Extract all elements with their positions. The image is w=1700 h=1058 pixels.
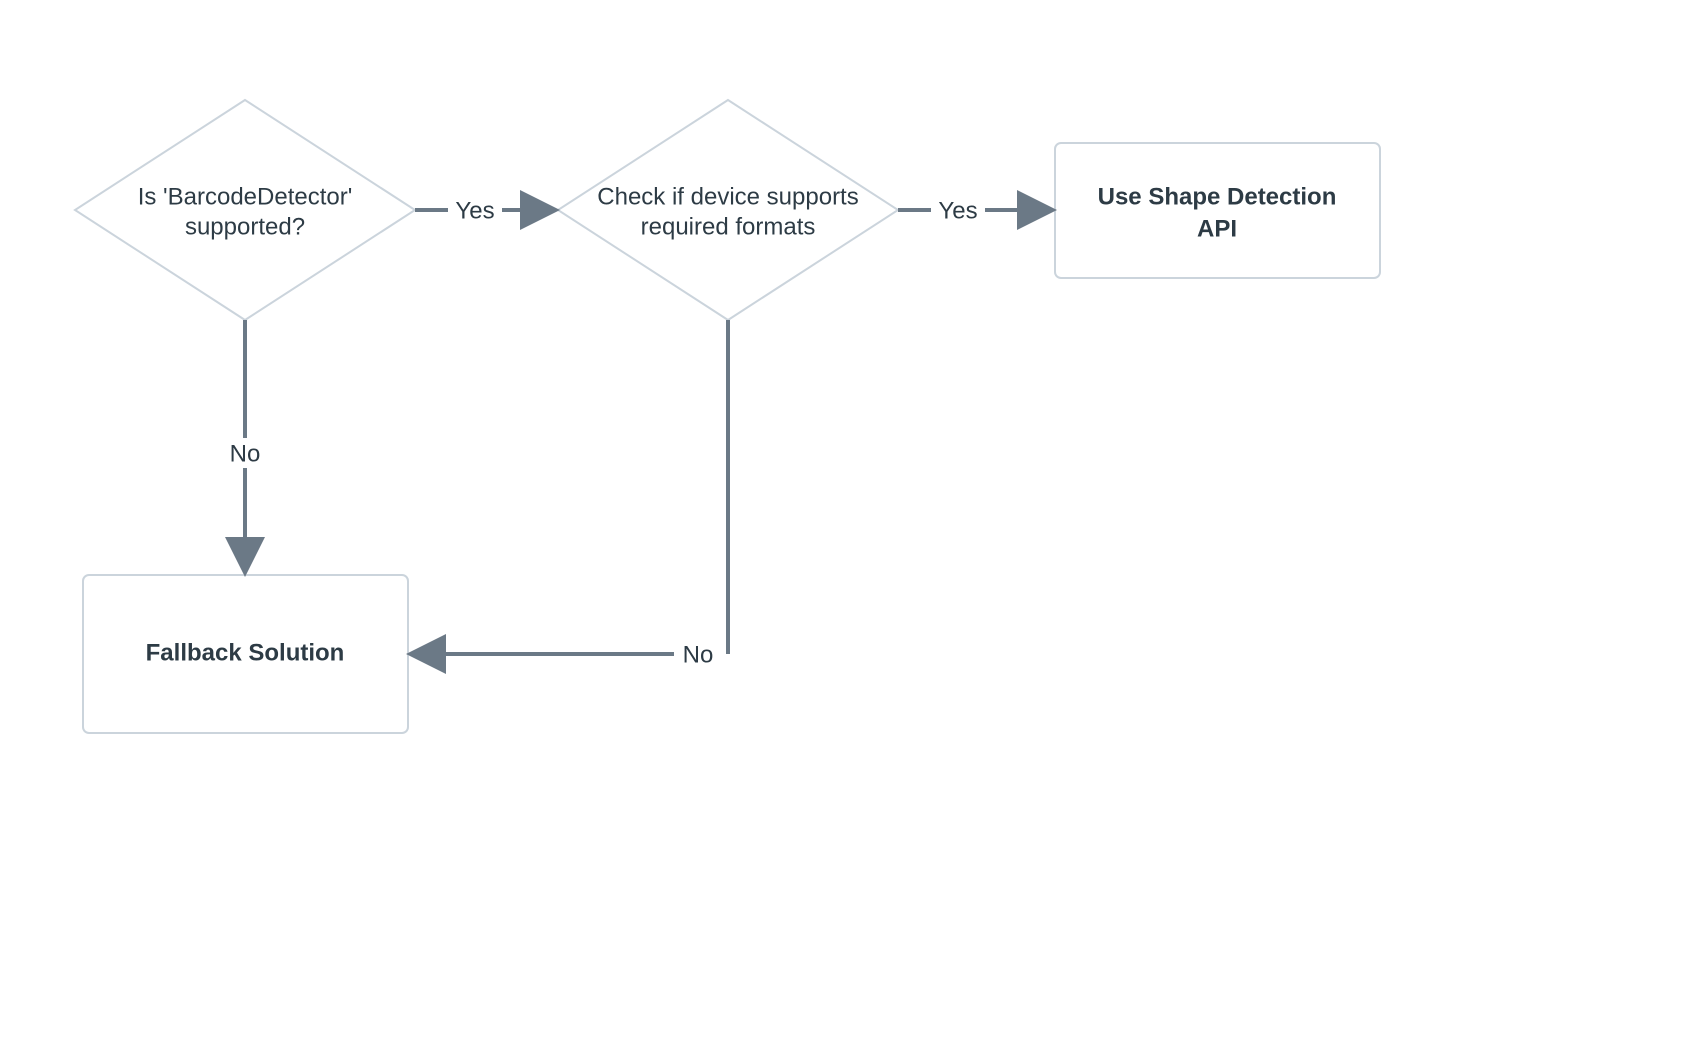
edge-decision1-no: No bbox=[220, 320, 270, 565]
flowchart-canvas: Is 'BarcodeDetector' supported? Check if… bbox=[0, 0, 1700, 1058]
edge-d2-no-label: No bbox=[683, 641, 714, 668]
edge-d2-yes-label: Yes bbox=[938, 197, 977, 224]
edge-d1-no-label: No bbox=[230, 440, 261, 467]
node-use-shape-detection-api: Use Shape Detection API bbox=[1055, 143, 1380, 278]
decision1-line2: supported? bbox=[185, 213, 305, 240]
decision2-line2: required formats bbox=[641, 213, 816, 240]
decision-barcodedetector-supported: Is 'BarcodeDetector' supported? bbox=[75, 100, 415, 320]
decision-device-supports-formats: Check if device supports required format… bbox=[558, 100, 898, 320]
result-api-line1: Use Shape Detection bbox=[1098, 183, 1337, 210]
edge-decision2-yes: Yes bbox=[898, 195, 1045, 225]
edge-decision1-yes: Yes bbox=[415, 195, 548, 225]
edge-decision2-no: No bbox=[418, 320, 728, 669]
decision2-line1: Check if device supports bbox=[597, 183, 858, 210]
decision1-line1: Is 'BarcodeDetector' bbox=[138, 183, 353, 210]
result-fallback-label: Fallback Solution bbox=[146, 639, 345, 666]
node-fallback-solution: Fallback Solution bbox=[83, 575, 408, 733]
edge-d1-yes-label: Yes bbox=[455, 197, 494, 224]
result-api-line2: API bbox=[1197, 215, 1237, 242]
